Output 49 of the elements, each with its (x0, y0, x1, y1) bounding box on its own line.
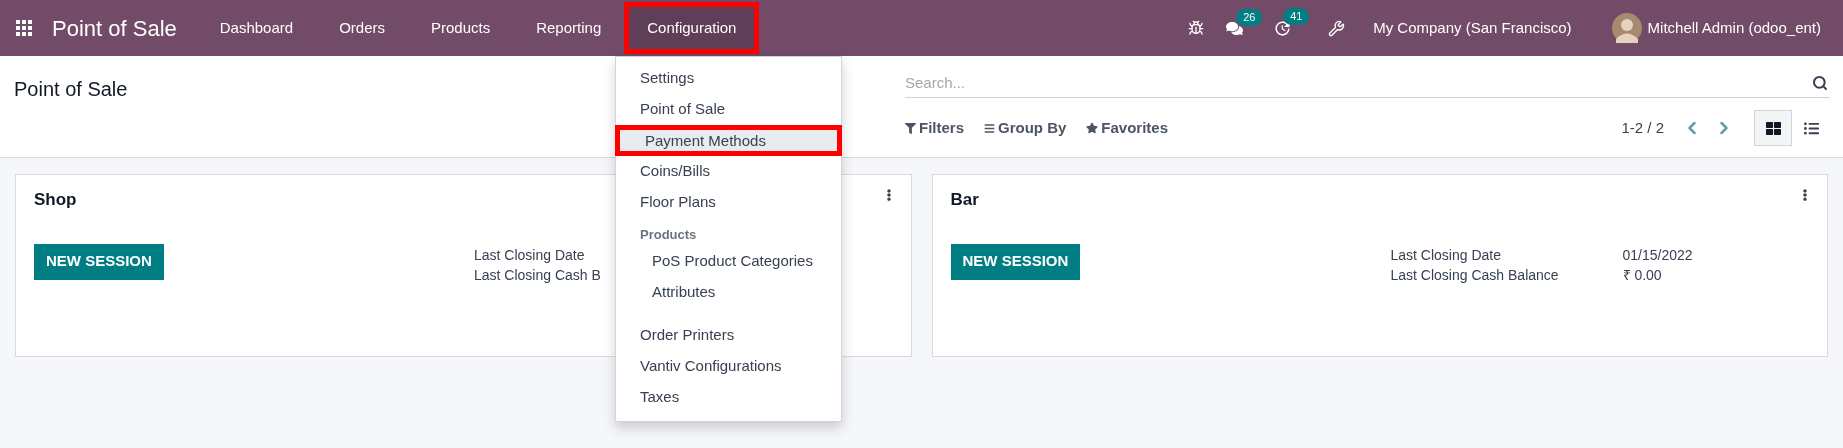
field-value: ₹ 0.00 (1622, 265, 1662, 285)
card-title: Shop (34, 189, 77, 211)
nav-menu-item[interactable]: Orders (316, 2, 408, 54)
star-icon (1086, 122, 1099, 134)
card-title: Bar (950, 189, 979, 211)
nav-menu-item[interactable]: Products (408, 2, 514, 54)
field-value: 01/15/2022 (1622, 245, 1693, 265)
nav-menu-item[interactable]: Reporting (513, 2, 625, 54)
dropdown-menu-item[interactable]: PoS Product Categories (615, 246, 842, 277)
nav-menu-item[interactable]: Configuration (624, 2, 760, 54)
view-switch-button[interactable] (1754, 110, 1792, 146)
nav-menu-item[interactable]: Dashboard (196, 2, 317, 54)
field-label: Last Closing Date (1390, 245, 1501, 265)
bug-icon[interactable] (1188, 20, 1205, 36)
breadcrumb-title: Point of Sale (14, 78, 128, 100)
field-label: Last Closing Cash Balance (1390, 265, 1559, 285)
dropdown-menu-item[interactable]: Payment Methods (615, 125, 842, 156)
search-field[interactable]: Search... (905, 68, 1812, 97)
user-avatar[interactable] (1611, 13, 1642, 43)
app-title[interactable]: Point of Sale (52, 11, 177, 45)
pager-value[interactable]: 1-2 / 2 (1621, 116, 1664, 140)
message-count-badge: 26 (1236, 8, 1263, 26)
dropdown-menu-item[interactable]: Settings (615, 63, 842, 94)
filter-icon (905, 122, 916, 134)
chat-icon[interactable] (1226, 19, 1244, 37)
user-menu[interactable]: Mitchell Admin (odoo_ent) (1647, 16, 1821, 40)
dropdown-menu-item[interactable]: Coins/Bills (615, 156, 842, 187)
company-switcher[interactable]: My Company (San Francisco) (1373, 16, 1572, 40)
menu-section-header: Products (639, 226, 698, 244)
dropdown-menu-item[interactable]: Point of Sale (615, 94, 842, 125)
dropdown-menu-item[interactable]: Taxes (615, 382, 842, 413)
field-label: Last Closing Cash B (474, 265, 601, 285)
dropdown-menu-item[interactable]: Floor Plans (615, 187, 842, 218)
field-label: Last Closing Date (474, 245, 585, 265)
lines-icon (984, 122, 995, 134)
search-option-button[interactable]: Favorites (1086, 116, 1169, 140)
search-option-button[interactable]: Filters (905, 116, 964, 140)
tools-icon[interactable] (1328, 19, 1346, 37)
kanban-view-icon (1765, 120, 1781, 136)
dropdown-menu-item[interactable]: Vantiv Configurations (615, 351, 842, 382)
new-session-button[interactable]: NEW SESSION (34, 243, 164, 280)
new-session-button[interactable]: NEW SESSION (950, 243, 1081, 280)
activity-count-badge: 41 (1283, 7, 1310, 25)
search-option-button[interactable]: Group By (984, 116, 1067, 140)
list-view-icon (1803, 120, 1819, 136)
search-icon[interactable] (1812, 74, 1828, 91)
dropdown-menu-item[interactable]: Order Printers (615, 320, 842, 351)
dropdown-menu-item[interactable]: Attributes (615, 277, 842, 308)
apps-menu-icon[interactable] (16, 20, 32, 36)
